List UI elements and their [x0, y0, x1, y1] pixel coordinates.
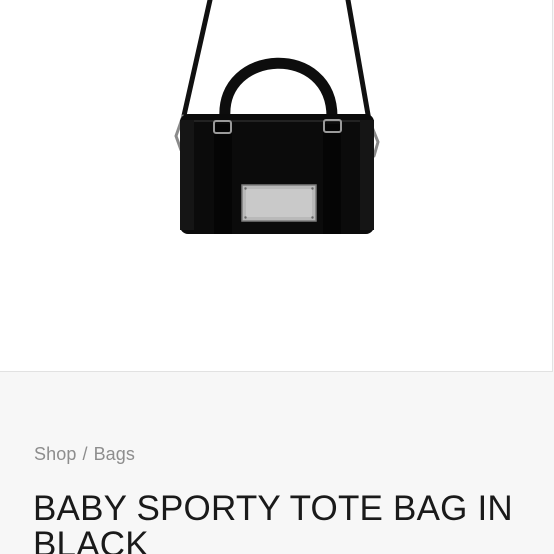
breadcrumb-item-bags[interactable]: Bags — [94, 444, 135, 464]
product-title: BABY SPORTY TOTE BAG IN BLACK — [33, 489, 513, 554]
product-image-frame[interactable] — [0, 0, 553, 372]
product-image[interactable] — [0, 0, 553, 372]
top-handle — [219, 57, 338, 124]
product-page: Shop / Bags BABY SPORTY TOTE BAG IN BLACK — [0, 0, 554, 554]
strap-band-left — [214, 124, 232, 234]
strap-band-right — [323, 124, 341, 234]
shoulder-strap — [180, 0, 213, 123]
breadcrumb-item-shop[interactable]: Shop — [34, 444, 76, 464]
breadcrumb: Shop / Bags — [34, 444, 135, 465]
breadcrumb-separator: / — [82, 444, 88, 464]
